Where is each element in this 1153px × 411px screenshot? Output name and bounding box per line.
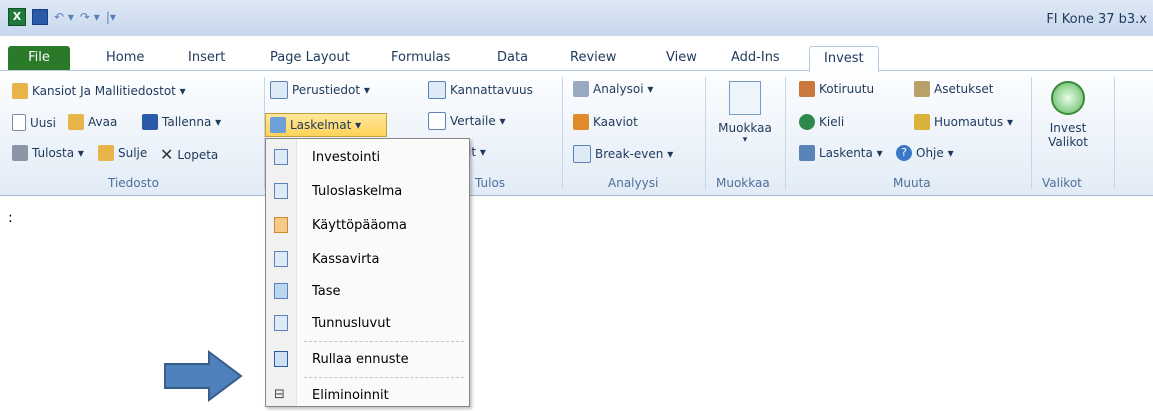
eliminoinnit-icon: ⊟ <box>274 387 285 402</box>
tab-insert[interactable]: Insert <box>188 50 225 65</box>
group-separator <box>1031 77 1032 189</box>
group-separator <box>785 77 786 189</box>
pointer-arrow-icon <box>164 350 243 402</box>
kaaviot-button[interactable]: Kaaviot <box>573 114 638 130</box>
menu-divider <box>304 377 464 378</box>
kayttopaaoma-icon <box>274 217 288 233</box>
huomautus-button[interactable]: Huomautus ▾ <box>914 114 1013 130</box>
menu-item-kayttopaaoma[interactable]: Käyttöpääoma <box>266 209 469 241</box>
group-label-tiedosto: Tiedosto <box>108 176 159 190</box>
x-icon: ✕ <box>160 145 174 164</box>
tab-review[interactable]: Review <box>570 50 616 65</box>
tulosta-button[interactable]: Tulosta ▾ <box>12 145 84 161</box>
breakeven-icon <box>573 145 591 163</box>
window-title: FI Kone 37 b3.x <box>1046 12 1147 27</box>
kieli-button[interactable]: Kieli <box>799 114 844 130</box>
kotiruutu-button[interactable]: Kotiruutu <box>799 81 874 97</box>
grid-icon <box>729 81 761 115</box>
group-separator <box>705 77 706 189</box>
menu-divider <box>304 341 464 342</box>
tab-formulas[interactable]: Formulas <box>391 50 450 65</box>
tab-file[interactable]: File <box>8 46 70 70</box>
ribbon: Kansiot Ja Mallitiedostot ▾ Uusi Avaa Ta… <box>0 70 1153 196</box>
tase-icon <box>274 283 288 299</box>
sulje-button[interactable]: Sulje <box>98 145 147 161</box>
excel-logo-icon: X <box>8 8 26 26</box>
home-icon <box>799 81 815 97</box>
avaa-button[interactable]: Avaa <box>68 114 117 130</box>
customize-qat-icon[interactable]: |▾ <box>106 10 116 24</box>
open-folder-icon <box>68 114 84 130</box>
group-label-muokkaa: Muokkaa <box>716 176 770 190</box>
redo-icon[interactable]: ↷ ▾ <box>80 10 100 24</box>
group-label-muuta: Muuta <box>893 176 931 190</box>
breakeven-button[interactable]: Break-even ▾ <box>573 145 673 163</box>
ribbon-tabs: File Home Insert Page Layout Formulas Da… <box>0 46 1153 72</box>
folder-icon <box>12 83 28 99</box>
lopeta-button[interactable]: ✕ Lopeta <box>160 145 218 164</box>
menu-item-tuloslaskelma[interactable]: Tuloslaskelma <box>266 175 469 207</box>
kannattavuus-icon <box>428 81 446 99</box>
group-label-valikot: Valikot <box>1042 176 1082 190</box>
help-icon: ? <box>896 145 912 161</box>
analysoi-button[interactable]: Analysoi ▾ <box>573 81 653 97</box>
vertaile-button[interactable]: Vertaile ▾ <box>428 112 506 130</box>
kannattavuus-button[interactable]: Kannattavuus <box>428 81 533 99</box>
menu-item-kassavirta[interactable]: Kassavirta <box>266 243 469 275</box>
menu-item-tunnusluvut[interactable]: Tunnusluvut <box>266 307 469 339</box>
perustiedot-icon <box>270 81 288 99</box>
stray-text: : <box>8 210 13 226</box>
kassavirta-icon <box>274 251 288 267</box>
tab-page-layout[interactable]: Page Layout <box>270 50 350 65</box>
refresh-icon <box>1051 81 1085 115</box>
tab-invest[interactable]: Invest <box>809 46 879 72</box>
save-icon <box>142 114 158 130</box>
tuloslaskelma-icon <box>274 183 288 199</box>
tallenna-button[interactable]: Tallenna ▾ <box>142 114 221 130</box>
tab-view[interactable]: View <box>666 50 697 65</box>
compare-icon <box>428 112 446 130</box>
group-separator <box>1114 77 1115 189</box>
rullaa-ennuste-icon <box>274 351 288 367</box>
settings-icon <box>914 81 930 97</box>
investointi-icon <box>274 149 288 165</box>
menu-item-investointi[interactable]: Investointi <box>266 141 469 173</box>
uusi-button[interactable]: Uusi <box>12 114 56 131</box>
globe-icon <box>799 114 815 130</box>
tunnusluvut-icon <box>274 315 288 331</box>
laskelmat-button[interactable]: Laskelmat ▾ <box>265 113 387 137</box>
note-icon <box>914 114 930 130</box>
tab-add-ins[interactable]: Add-Ins <box>731 50 780 65</box>
analyze-icon <box>573 81 589 97</box>
quick-access-toolbar: X ↶ ▾ ↷ ▾ |▾ <box>8 8 116 26</box>
laskelmat-menu: Investointi Tuloslaskelma Käyttöpääoma K… <box>265 138 470 407</box>
perustiedot-button[interactable]: Perustiedot ▾ <box>270 81 370 99</box>
new-file-icon <box>12 114 26 131</box>
dropdown-arrow-icon: ▾ <box>742 135 748 145</box>
menu-item-tase[interactable]: Tase <box>266 275 469 307</box>
menu-item-rullaa-ennuste[interactable]: Rullaa ennuste <box>266 343 469 375</box>
group-separator <box>562 77 563 189</box>
laskelmat-icon <box>270 117 286 133</box>
muokkaa-button[interactable]: Muokkaa ▾ <box>712 81 778 145</box>
chart-icon <box>573 114 589 130</box>
close-folder-icon <box>98 145 114 161</box>
tab-data[interactable]: Data <box>497 50 528 65</box>
group-label-analyysi: Analyysi <box>608 176 659 190</box>
printer-icon <box>12 145 28 161</box>
title-bar: X ↶ ▾ ↷ ▾ |▾ FI Kone 37 b3.x <box>0 0 1153 36</box>
laskenta-button[interactable]: Laskenta ▾ <box>799 145 883 161</box>
undo-icon[interactable]: ↶ ▾ <box>54 10 74 24</box>
ohje-button[interactable]: ? Ohje ▾ <box>896 145 954 161</box>
tab-home[interactable]: Home <box>106 50 144 65</box>
calculation-icon <box>799 145 815 161</box>
group-label-tulos: Tulos <box>475 176 506 190</box>
invest-valikot-button[interactable]: Invest Valikot <box>1038 81 1098 149</box>
asetukset-button[interactable]: Asetukset <box>914 81 993 97</box>
save-icon[interactable] <box>32 9 48 25</box>
menu-item-eliminoinnit[interactable]: ⊟ Eliminoinnit <box>266 379 469 411</box>
kansiot-button[interactable]: Kansiot Ja Mallitiedostot ▾ <box>12 83 186 99</box>
